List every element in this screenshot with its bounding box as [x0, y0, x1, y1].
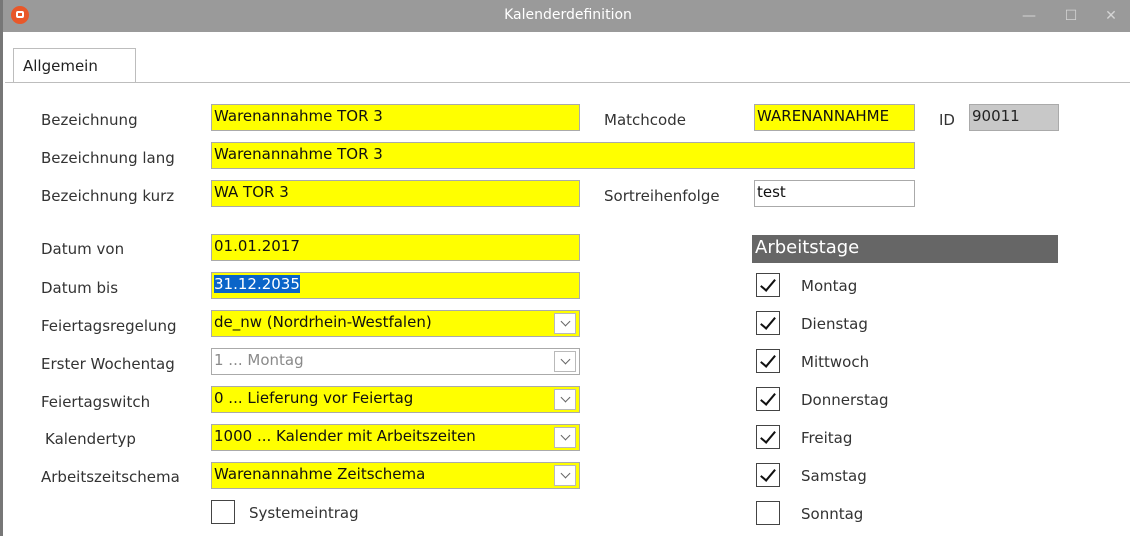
- chevron-down-icon[interactable]: [554, 351, 576, 372]
- bezeichnung-label: Bezeichnung: [41, 111, 138, 129]
- feiertagswitch-label: Feiertagswitch: [41, 393, 151, 411]
- title-bar[interactable]: Kalenderdefinition — ☐ ✕: [3, 0, 1130, 32]
- bezeichnung-kurz-input[interactable]: WA TOR 3: [211, 180, 580, 207]
- datum-bis-label: Datum bis: [41, 279, 119, 297]
- chevron-down-icon[interactable]: [554, 313, 576, 334]
- minimize-icon[interactable]: —: [1009, 2, 1049, 30]
- selected-text: 31.12.2035: [214, 275, 300, 293]
- donnerstag-checkbox[interactable]: [756, 387, 780, 411]
- erster-wochentag-value: 1 ... Montag: [214, 351, 304, 369]
- donnerstag-label: Donnerstag: [801, 391, 889, 409]
- montag-checkbox[interactable]: [756, 273, 780, 297]
- maximize-icon[interactable]: ☐: [1051, 2, 1091, 30]
- freitag-checkbox[interactable]: [756, 425, 780, 449]
- systemeintrag-checkbox[interactable]: [211, 500, 235, 524]
- sortreihenfolge-label: Sortreihenfolge: [604, 187, 720, 205]
- datum-bis-input[interactable]: 31.12.2035: [211, 272, 580, 299]
- bezeichnung-lang-input[interactable]: Warenannahme TOR 3: [211, 142, 915, 169]
- datum-von-label: Datum von: [41, 240, 125, 258]
- feiertagsregelung-label: Feiertagsregelung: [41, 317, 177, 335]
- freitag-label: Freitag: [801, 429, 853, 447]
- samstag-checkbox[interactable]: [756, 463, 780, 487]
- mittwoch-checkbox[interactable]: [756, 349, 780, 373]
- sonntag-checkbox[interactable]: [756, 501, 780, 525]
- mittwoch-label: Mittwoch: [801, 353, 870, 371]
- sortreihenfolge-input[interactable]: test: [754, 180, 915, 207]
- tab-allgemein[interactable]: Allgemein: [13, 48, 136, 84]
- erster-wochentag-label: Erster Wochentag: [41, 355, 175, 373]
- tab-panel-allgemein: Bezeichnung Warenannahme TOR 3 Matchcode…: [5, 82, 1130, 536]
- arbeitszeitschema-value: Warenannahme Zeitschema: [214, 465, 426, 483]
- id-field: 90011: [969, 104, 1059, 131]
- kalendertyp-select[interactable]: 1000 ... Kalender mit Arbeitszeiten: [211, 424, 580, 451]
- arbeitstage-header: Arbeitstage: [752, 235, 1058, 263]
- dienstag-checkbox[interactable]: [756, 311, 780, 335]
- feiertagsregelung-value: de_nw (Nordrhein-Westfalen): [214, 313, 432, 331]
- feiertagswitch-select[interactable]: 0 ... Lieferung vor Feiertag: [211, 386, 580, 413]
- bezeichnung-input[interactable]: Warenannahme TOR 3: [211, 104, 580, 131]
- tab-strip: Allgemein: [3, 32, 1130, 84]
- feiertagswitch-value: 0 ... Lieferung vor Feiertag: [214, 389, 414, 407]
- bezeichnung-lang-label: Bezeichnung lang: [41, 149, 175, 167]
- id-label: ID: [939, 111, 955, 129]
- chevron-down-icon[interactable]: [554, 465, 576, 486]
- feiertagsregelung-select[interactable]: de_nw (Nordrhein-Westfalen): [211, 310, 580, 337]
- samstag-label: Samstag: [801, 467, 867, 485]
- dienstag-label: Dienstag: [801, 315, 868, 333]
- close-icon[interactable]: ✕: [1091, 2, 1130, 30]
- arbeitszeitschema-label: Arbeitszeitschema: [41, 468, 180, 486]
- datum-von-input[interactable]: 01.01.2017: [211, 234, 580, 261]
- montag-label: Montag: [801, 277, 858, 295]
- kalendertyp-value: 1000 ... Kalender mit Arbeitszeiten: [214, 427, 476, 445]
- chevron-down-icon[interactable]: [554, 427, 576, 448]
- kalenderdefinition-window: Kalenderdefinition — ☐ ✕ Allgemein Bezei…: [0, 0, 1130, 536]
- window-title: Kalenderdefinition: [504, 7, 632, 23]
- arbeitszeitschema-select[interactable]: Warenannahme Zeitschema: [211, 462, 580, 489]
- chevron-down-icon[interactable]: [554, 389, 576, 410]
- matchcode-input[interactable]: WARENANNAHME: [754, 104, 915, 131]
- kalendertyp-label: Kalendertyp: [45, 430, 136, 448]
- sonntag-label: Sonntag: [801, 505, 864, 523]
- bezeichnung-kurz-label: Bezeichnung kurz: [41, 187, 175, 205]
- systemeintrag-label: Systemeintrag: [249, 504, 359, 522]
- matchcode-label: Matchcode: [604, 111, 686, 129]
- erster-wochentag-select[interactable]: 1 ... Montag: [211, 348, 580, 375]
